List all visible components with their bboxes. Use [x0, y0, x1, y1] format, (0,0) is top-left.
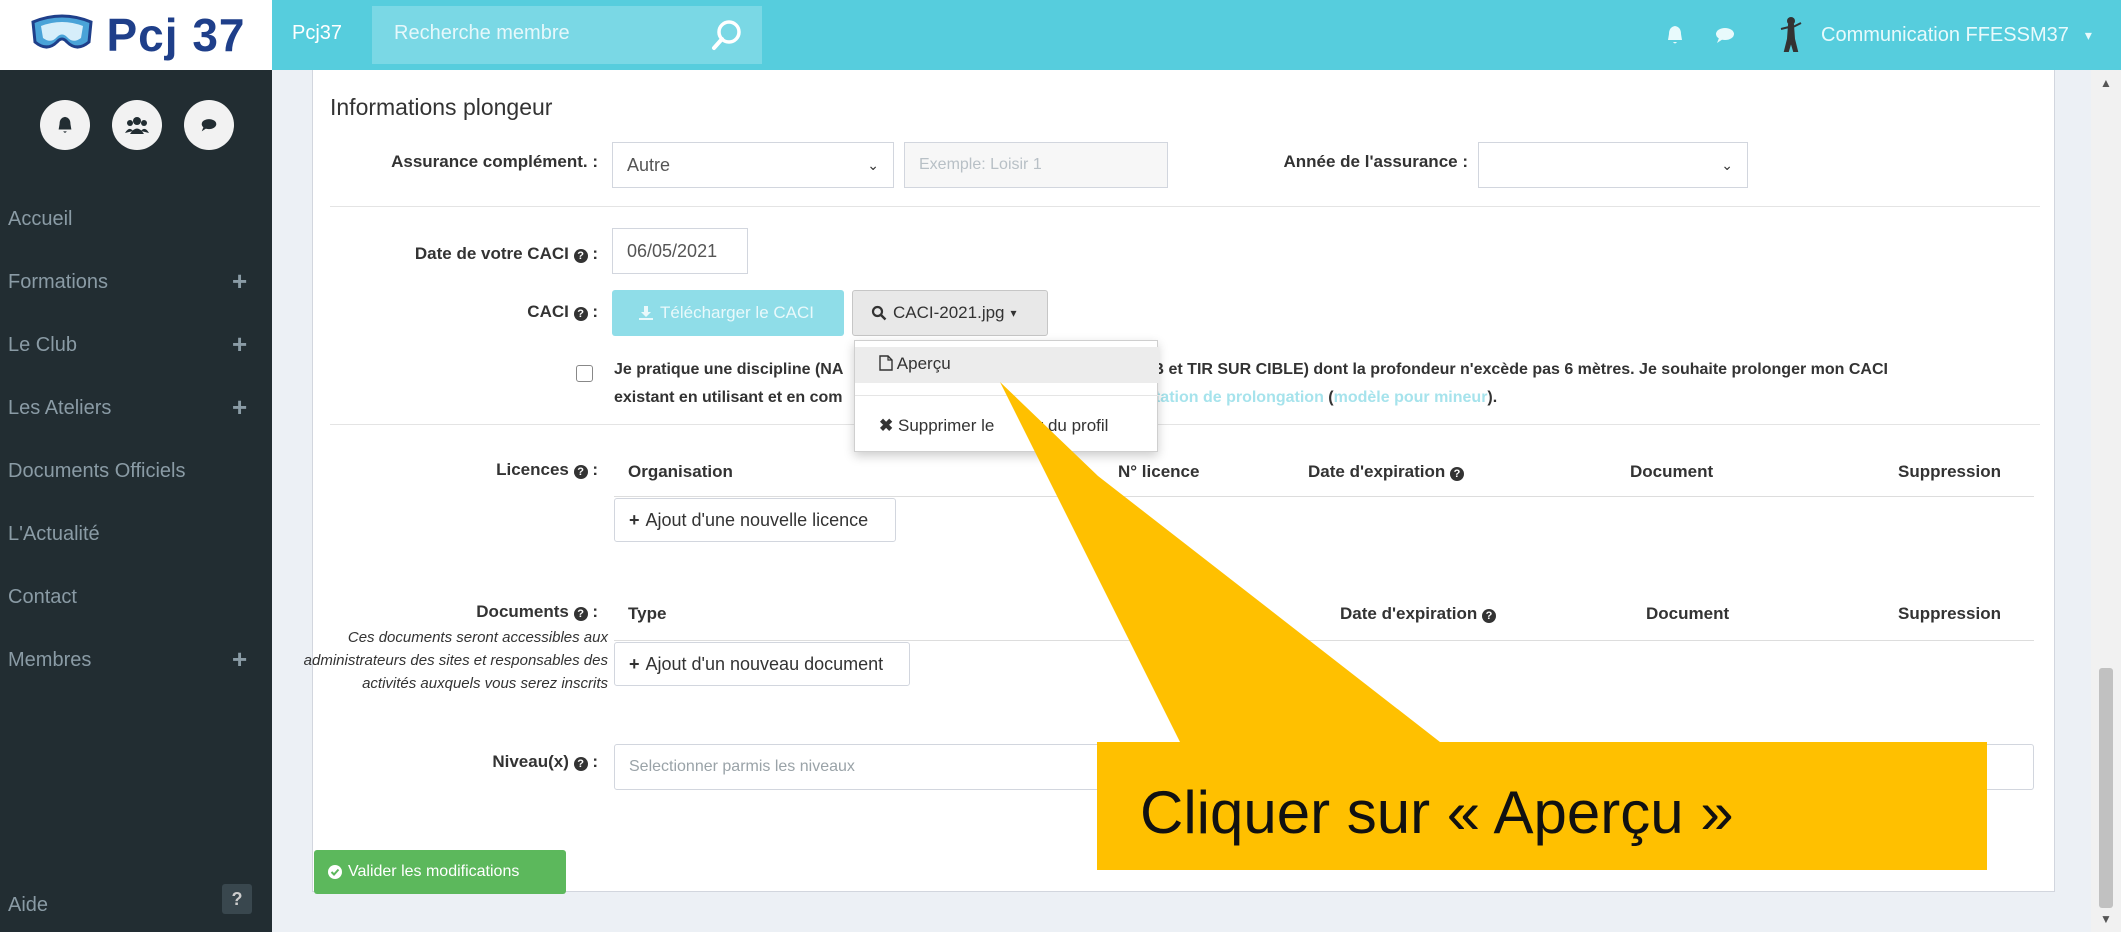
callout-annotation	[1000, 382, 1987, 870]
callout-text: Cliquer sur « Aperçu »	[1140, 779, 1734, 846]
callout-pointer	[1000, 382, 1440, 742]
